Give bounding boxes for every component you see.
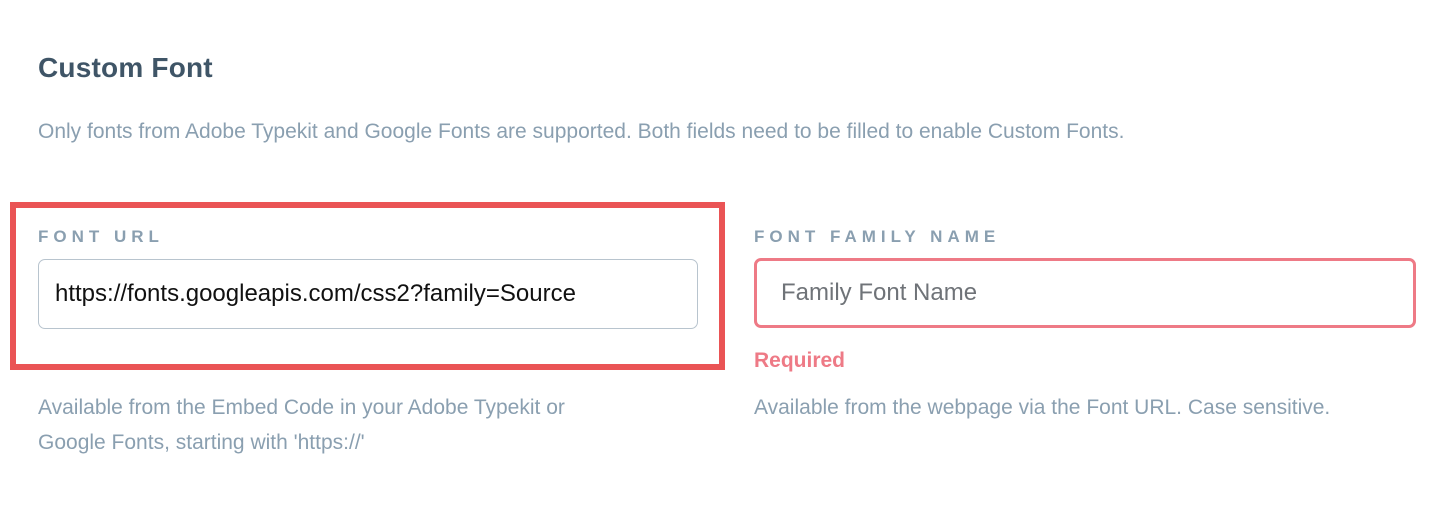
font-family-error: Required — [754, 349, 846, 372]
font-url-label: FONT URL — [38, 227, 164, 246]
section-title: Custom Font — [38, 52, 213, 83]
font-family-input[interactable] — [754, 258, 1416, 328]
font-url-help: Available from the Embed Code in your Ad… — [38, 390, 698, 460]
font-family-label: FONT FAMILY NAME — [754, 227, 1001, 246]
section-description: Only fonts from Adobe Typekit and Google… — [38, 120, 1125, 143]
font-url-help-line-1: Available from the Embed Code in your Ad… — [38, 396, 565, 419]
font-url-help-line-2: Google Fonts, starting with 'https://' — [38, 431, 365, 454]
font-url-input[interactable] — [38, 259, 698, 329]
font-family-help: Available from the webpage via the Font … — [754, 396, 1331, 419]
